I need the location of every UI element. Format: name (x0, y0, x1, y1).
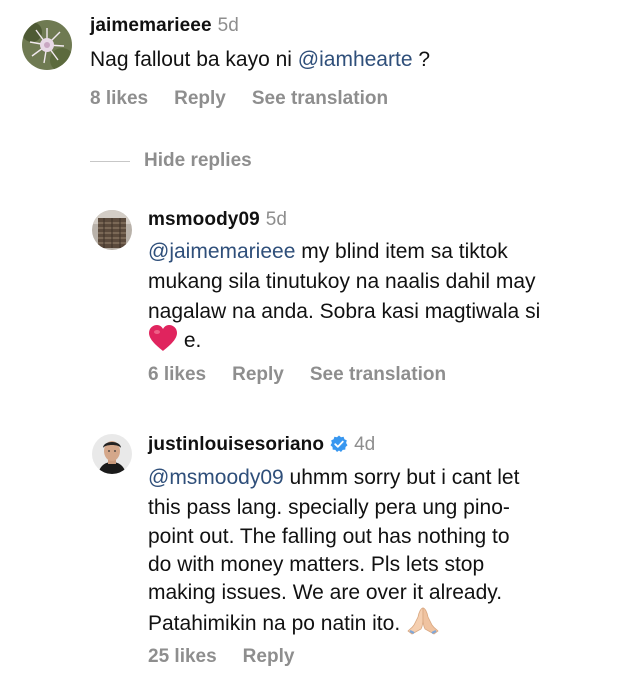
comment-text: Patahimikin na po natin ito. (148, 612, 401, 635)
timestamp: 5d (265, 209, 287, 230)
comment-text-line-5: making issues. We are over it already. (148, 581, 503, 604)
username[interactable]: msmoody09 (148, 209, 260, 230)
mention-link[interactable]: @jaimemarieee (148, 240, 295, 263)
comment-text: my blind item sa tiktok (295, 240, 508, 263)
timestamp: 5d (217, 15, 239, 36)
reply-button[interactable]: Reply (232, 364, 284, 385)
likes-count[interactable]: 6 likes (148, 364, 206, 385)
see-translation-button[interactable]: See translation (310, 364, 446, 385)
building-avatar-image (92, 210, 132, 250)
mention-link[interactable]: @msmoody09 (148, 466, 284, 489)
verified-badge-icon (330, 435, 348, 453)
comment-text-prefix: Nag fallout ba kayo ni (90, 48, 298, 71)
comment-text-line-4: e. (148, 324, 201, 361)
divider (90, 160, 130, 162)
comment-text-suffix: ? (412, 48, 431, 71)
likes-count[interactable]: 8 likes (90, 88, 148, 109)
likes-count[interactable]: 25 likes (148, 646, 217, 667)
comment-text-line-6: Patahimikin na po natin ito. (148, 605, 440, 644)
reply-button[interactable]: Reply (174, 88, 226, 109)
comment-text-line-1: @jaimemarieee my blind item sa tiktok (148, 236, 508, 267)
mention-link[interactable]: @iamhearte (298, 48, 413, 71)
timestamp: 4d (354, 434, 376, 455)
comment-text-line-1: @msmoody09 uhmm sorry but i cant let (148, 462, 519, 493)
hide-replies-label: Hide replies (144, 150, 252, 171)
comment-text: Nag fallout ba kayo ni @iamhearte ? (90, 44, 430, 75)
folded-hands-icon (406, 605, 440, 644)
comment-text-suffix: e. (178, 329, 202, 352)
comment-text-line-4: do with money matters. Pls lets stop (148, 553, 485, 576)
red-heart-icon (148, 324, 178, 361)
see-translation-button[interactable]: See translation (252, 88, 388, 109)
comment-actions: 8 likes Reply See translation (90, 87, 414, 111)
comment-actions: 25 likes Reply (148, 645, 320, 669)
reply-button[interactable]: Reply (243, 646, 295, 667)
avatar[interactable] (22, 20, 72, 70)
comment-text-line-3: nagalaw na anda. Sobra kasi magtiwala si (148, 300, 541, 323)
comment-text-line-2: this pass lang. specially pera ung pino- (148, 496, 510, 519)
comment-header: jaimemarieee 5d (90, 14, 239, 38)
man-avatar-image (92, 434, 132, 474)
comment-text: uhmm sorry but i cant let (283, 466, 520, 489)
username[interactable]: jaimemarieee (90, 15, 212, 36)
comment-header: justinlouisesoriano 4d (148, 433, 375, 457)
comment-text-line-2: mukang sila tinutukoy na naalis dahil ma… (148, 270, 536, 293)
flower-avatar-image (22, 20, 72, 70)
comment-actions: 6 likes Reply See translation (148, 363, 472, 387)
hide-replies-toggle[interactable]: Hide replies (90, 149, 252, 173)
username[interactable]: justinlouisesoriano (148, 434, 324, 455)
comment-text-line-3: point out. The falling out has nothing t… (148, 525, 510, 548)
comment-header: msmoody09 5d (148, 208, 287, 232)
avatar[interactable] (92, 434, 132, 474)
avatar[interactable] (92, 210, 132, 250)
